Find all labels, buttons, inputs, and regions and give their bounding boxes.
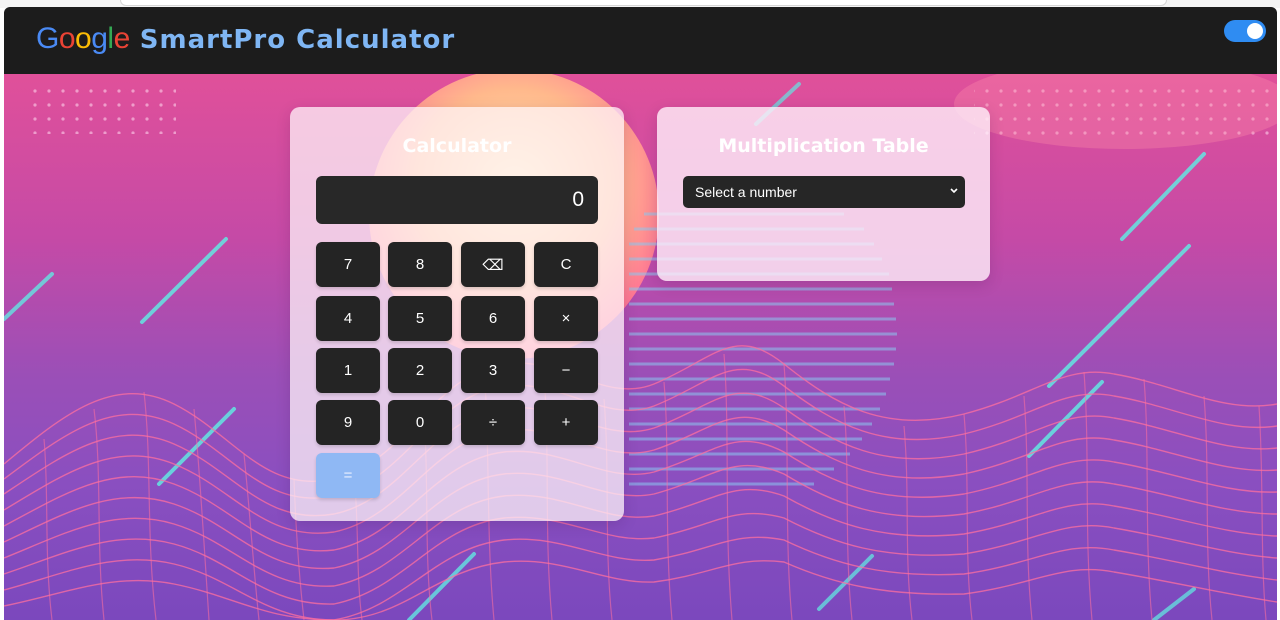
multiplication-table-title: Multiplication Table xyxy=(718,135,929,157)
brand: Google SmartPro Calculator xyxy=(36,22,455,56)
chevron-down-icon xyxy=(950,188,958,194)
key-6[interactable]: 6 xyxy=(461,296,525,341)
divide-key[interactable]: ÷ xyxy=(461,400,525,445)
key-3[interactable]: 3 xyxy=(461,348,525,393)
key-9[interactable]: 9 xyxy=(316,400,380,445)
equals-key[interactable]: = xyxy=(316,453,380,498)
theme-toggle[interactable] xyxy=(1224,20,1266,42)
key-4[interactable]: 4 xyxy=(316,296,380,341)
address-bar-edge xyxy=(120,0,1167,6)
multiplication-table-card: Multiplication Table Select a number xyxy=(657,107,990,281)
key-2[interactable]: 2 xyxy=(388,348,452,393)
google-logo-letter: o xyxy=(58,22,76,55)
background-art xyxy=(4,74,1277,620)
calculator-card: Calculator 0 7 8 ⌫ C 4 5 6 × 1 2 3 − 9 0… xyxy=(290,107,624,521)
app-title: SmartPro Calculator xyxy=(139,25,456,55)
display-value: 0 xyxy=(572,188,584,211)
calculator-display: 0 xyxy=(316,176,598,224)
google-logo: Google xyxy=(36,22,130,56)
add-key[interactable]: + xyxy=(534,400,598,445)
number-select[interactable]: Select a number xyxy=(683,176,965,208)
key-1[interactable]: 1 xyxy=(316,348,380,393)
key-8[interactable]: 8 xyxy=(388,242,452,287)
multiply-key[interactable]: × xyxy=(534,296,598,341)
key-7[interactable]: 7 xyxy=(316,242,380,287)
subtract-key[interactable]: − xyxy=(534,348,598,393)
google-logo-letter: o xyxy=(75,22,92,55)
key-5[interactable]: 5 xyxy=(388,296,452,341)
navbar: Google SmartPro Calculator xyxy=(4,7,1277,74)
key-0[interactable]: 0 xyxy=(388,400,452,445)
toggle-knob xyxy=(1247,23,1263,39)
calculator-title: Calculator xyxy=(402,135,512,157)
background-stage: Calculator 0 7 8 ⌫ C 4 5 6 × 1 2 3 − 9 0… xyxy=(4,74,1277,620)
select-value: Select a number xyxy=(695,184,797,200)
dot-grid-left xyxy=(26,82,176,134)
google-logo-letter: g xyxy=(91,22,108,55)
backspace-key[interactable]: ⌫ xyxy=(461,242,525,287)
app-window: Google SmartPro Calculator Calculator 0 … xyxy=(4,7,1277,620)
clear-key[interactable]: C xyxy=(534,242,598,287)
google-logo-letter: e xyxy=(113,22,131,55)
google-logo-letter: G xyxy=(36,22,59,55)
